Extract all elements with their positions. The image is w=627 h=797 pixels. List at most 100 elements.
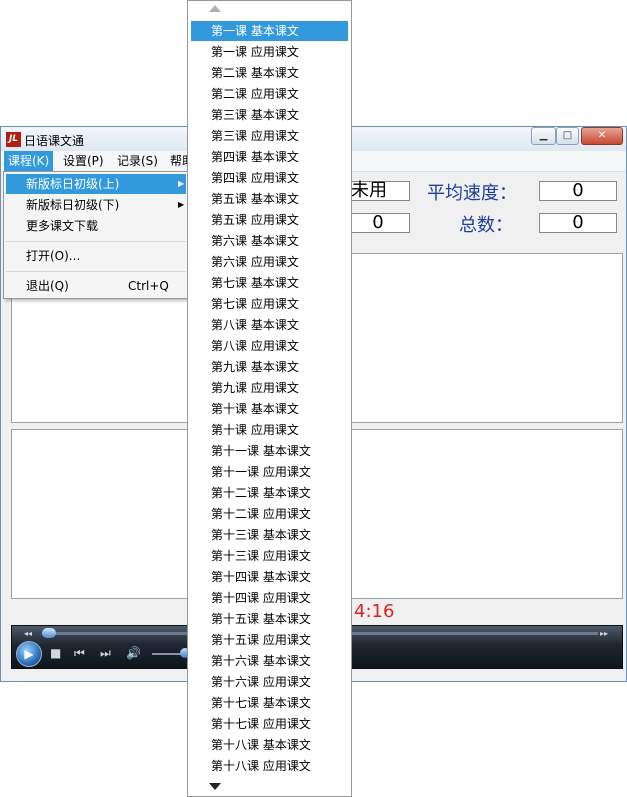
lesson-item-label: 第五课 应用课文 <box>211 213 299 227</box>
menu-item-label: 新版标日初级(上) <box>26 177 120 191</box>
lesson-item-label: 第十四课 应用课文 <box>211 591 311 605</box>
lesson-item[interactable]: 第十课 应用课文 <box>191 420 348 440</box>
menu-item-more-downloads[interactable]: 更多课文下载 <box>6 216 186 236</box>
scroll-down-icon[interactable] <box>209 783 221 790</box>
lesson-item[interactable]: 第十五课 应用课文 <box>191 630 348 650</box>
lesson-item-label: 第二课 应用课文 <box>211 87 299 101</box>
menu-item-exit[interactable]: 退出(Q) Ctrl+Q <box>6 276 186 296</box>
lesson-item-label: 第一课 基本课文 <box>211 24 299 38</box>
menu-item-label: 新版标日初级(下) <box>26 198 120 212</box>
lesson-item-label: 第十三课 应用课文 <box>211 549 311 563</box>
lesson-item-label: 第十八课 基本课文 <box>211 738 311 752</box>
menu-item-label: 打开(O)... <box>26 249 81 263</box>
lesson-item-label: 第四课 基本课文 <box>211 150 299 164</box>
lesson-item[interactable]: 第十六课 应用课文 <box>191 672 348 692</box>
stop-icon[interactable]: ■ <box>50 646 61 660</box>
lesson-item-label: 第二课 基本课文 <box>211 66 299 80</box>
lesson-item[interactable]: 第四课 基本课文 <box>191 147 348 167</box>
menu-item-volume-1[interactable]: 新版标日初级(上) ▶ <box>6 174 186 194</box>
lesson-item[interactable]: 第七课 应用课文 <box>191 294 348 314</box>
lesson-item[interactable]: 第十四课 基本课文 <box>191 567 348 587</box>
lesson-item[interactable]: 第十三课 基本课文 <box>191 525 348 545</box>
lesson-item[interactable]: 第十七课 应用课文 <box>191 714 348 734</box>
lesson-item[interactable]: 第八课 基本课文 <box>191 315 348 335</box>
minimize-button[interactable]: ▁ <box>531 127 556 145</box>
lesson-item[interactable]: 第十七课 基本课文 <box>191 693 348 713</box>
menu-item-shortcut: Ctrl+Q <box>128 279 169 293</box>
course-dropdown-menu: 新版标日初级(上) ▶ 新版标日初级(下) ▶ 更多课文下载 打开(O)... … <box>3 171 188 299</box>
forward-small-icon[interactable]: ▸▸ <box>600 627 608 641</box>
scroll-up-icon[interactable] <box>209 5 221 12</box>
lesson-item-label: 第十六课 基本课文 <box>211 654 311 668</box>
lesson-item-label: 第十五课 应用课文 <box>211 633 311 647</box>
lesson-item[interactable]: 第二课 基本课文 <box>191 63 348 83</box>
lesson-item[interactable]: 第十六课 基本课文 <box>191 651 348 671</box>
lesson-item[interactable]: 第九课 基本课文 <box>191 357 348 377</box>
lesson-item[interactable]: 第三课 基本课文 <box>191 105 348 125</box>
lesson-item[interactable]: 第六课 应用课文 <box>191 252 348 272</box>
lesson-item[interactable]: 第十八课 基本课文 <box>191 735 348 755</box>
lesson-item[interactable]: 第五课 应用课文 <box>191 210 348 230</box>
close-button[interactable]: ✕ <box>581 127 623 145</box>
lesson-item-label: 第十一课 基本课文 <box>211 444 311 458</box>
next-icon[interactable]: ⏭ <box>100 646 111 660</box>
lesson-item[interactable]: 第四课 应用课文 <box>191 168 348 188</box>
lesson-item[interactable]: 第十八课 应用课文 <box>191 756 348 776</box>
menu-item-label: 退出(Q) <box>26 279 69 293</box>
lesson-item[interactable]: 第九课 应用课文 <box>191 378 348 398</box>
lesson-item-label: 第六课 基本课文 <box>211 234 299 248</box>
lesson-item-label: 第十七课 应用课文 <box>211 717 311 731</box>
lesson-submenu: 第一课 基本课文 第一课 应用课文 第二课 基本课文 第二课 应用课文 第三课 基本课文… <box>187 0 352 797</box>
maximize-icon: □ <box>562 130 573 141</box>
lesson-item[interactable]: 第十五课 基本课文 <box>191 609 348 629</box>
lesson-item-label: 第九课 应用课文 <box>211 381 299 395</box>
lesson-item[interactable]: 第五课 基本课文 <box>191 189 348 209</box>
avg-speed-label: 平均速度： <box>427 183 517 204</box>
menu-settings[interactable]: 设置(P) <box>59 151 108 171</box>
lesson-item-label: 第三课 应用课文 <box>211 129 299 143</box>
menu-separator <box>6 271 186 272</box>
volume-icon[interactable]: 🔊 <box>126 646 141 660</box>
menu-item-open[interactable]: 打开(O)... <box>6 246 186 266</box>
submenu-arrow-icon: ▶ <box>178 179 185 188</box>
lesson-item[interactable]: 第十一课 基本课文 <box>191 441 348 461</box>
lesson-item[interactable]: 第六课 基本课文 <box>191 231 348 251</box>
lesson-item-label: 第四课 应用课文 <box>211 171 299 185</box>
lesson-item[interactable]: 第三课 应用课文 <box>191 126 348 146</box>
total-field: 0 <box>539 213 617 233</box>
lesson-item[interactable]: 第十课 基本课文 <box>191 399 348 419</box>
lesson-item-label: 第三课 基本课文 <box>211 108 299 122</box>
play-button[interactable]: ▶ <box>16 641 42 667</box>
lesson-item-label: 第十三课 基本课文 <box>211 528 311 542</box>
close-icon: ✕ <box>597 130 607 141</box>
menu-item-label: 更多课文下载 <box>26 219 99 233</box>
lesson-item-label: 第一课 应用课文 <box>211 45 299 59</box>
lesson-item-label: 第十四课 基本课文 <box>211 570 311 584</box>
rewind-small-icon[interactable]: ◂◂ <box>24 627 32 641</box>
menu-records[interactable]: 记录(S) <box>113 151 162 171</box>
lesson-item[interactable]: 第八课 应用课文 <box>191 336 348 356</box>
lesson-item-label: 第七课 基本课文 <box>211 276 299 290</box>
submenu-arrow-icon: ▶ <box>178 200 185 209</box>
second-stat-field: 0 <box>346 213 410 233</box>
menu-course[interactable]: 课程(K) <box>4 151 54 171</box>
lesson-item[interactable]: 第十二课 基本课文 <box>191 483 348 503</box>
lesson-item-label: 第九课 基本课文 <box>211 360 299 374</box>
maximize-button[interactable]: □ <box>556 127 579 145</box>
lesson-item[interactable]: 第十三课 应用课文 <box>191 546 348 566</box>
lesson-item[interactable]: 第十一课 应用课文 <box>191 462 348 482</box>
lesson-item[interactable]: 第一课 基本课文 <box>191 21 348 41</box>
app-logo-icon: JL <box>6 132 21 147</box>
lesson-item[interactable]: 第十二课 应用课文 <box>191 504 348 524</box>
lesson-item[interactable]: 第二课 应用课文 <box>191 84 348 104</box>
lesson-item-label: 第十课 应用课文 <box>211 423 299 437</box>
lesson-item-label: 第八课 基本课文 <box>211 318 299 332</box>
lesson-item[interactable]: 第十四课 应用课文 <box>191 588 348 608</box>
seek-handle[interactable] <box>42 628 56 638</box>
menu-item-volume-2[interactable]: 新版标日初级(下) ▶ <box>6 195 186 215</box>
lesson-item-label: 第十五课 基本课文 <box>211 612 311 626</box>
lesson-item[interactable]: 第一课 应用课文 <box>191 42 348 62</box>
lesson-item[interactable]: 第七课 基本课文 <box>191 273 348 293</box>
minimize-icon: ▁ <box>539 130 548 141</box>
previous-icon[interactable]: ⏮ <box>74 646 85 660</box>
